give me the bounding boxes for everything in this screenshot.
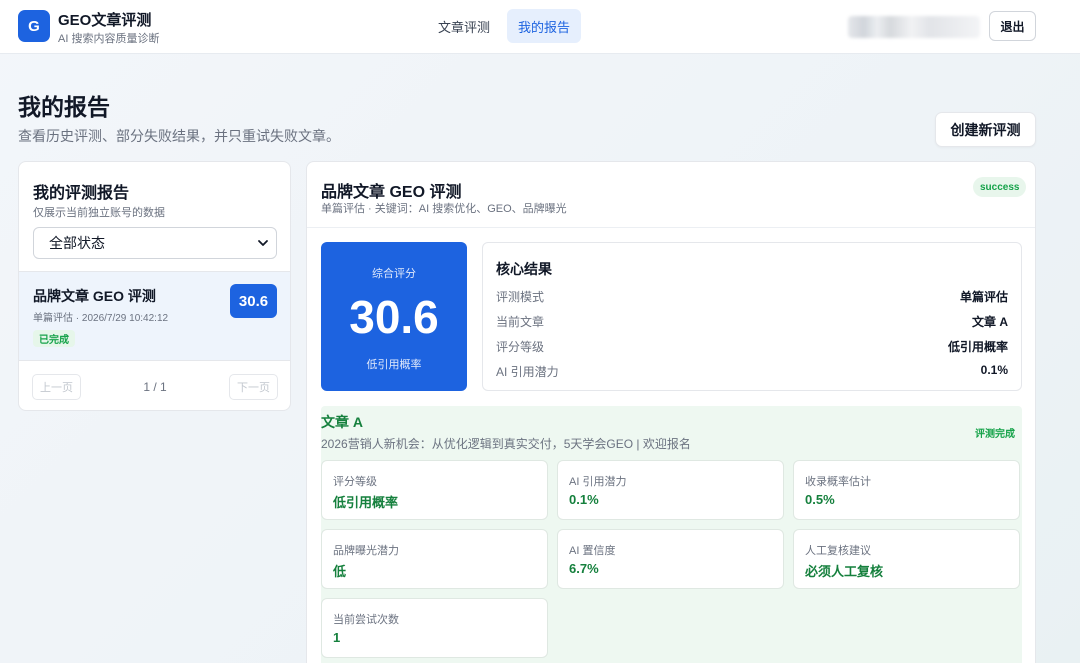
metric-card-index-probability: 收录概率估计 0.5% <box>793 460 1020 520</box>
metric-card-brand-exposure: 品牌曝光潜力 低 <box>321 529 548 589</box>
core-result-row: 当前文章 文章 A <box>496 313 1008 329</box>
core-results-title: 核心结果 <box>496 261 552 277</box>
app-logo[interactable]: G <box>18 10 50 42</box>
metric-value: 低 <box>333 564 347 579</box>
create-evaluation-button[interactable]: 创建新评测 <box>935 112 1036 147</box>
core-result-value: 单篇评估 <box>959 290 1008 304</box>
metric-value: 低引用概率 <box>333 495 399 510</box>
pagination-info: 1 / 1 <box>143 380 167 394</box>
core-result-label: 当前文章 <box>496 315 545 329</box>
page-title: 我的报告 <box>18 94 110 120</box>
report-item-meta: 单篇评估 · 2026/7/29 10:42:12 <box>33 313 169 324</box>
tab-article-review[interactable]: 文章评测 <box>427 9 501 43</box>
core-result-row: 评测模式 单篇评估 <box>496 288 1008 304</box>
app-subtitle: AI 搜索内容质量诊断 <box>58 33 160 45</box>
metric-label: 收录概率估计 <box>805 476 871 488</box>
previous-page-button[interactable]: 上一页 <box>32 374 81 400</box>
user-account-info[interactable] <box>848 16 980 38</box>
metric-value: 0.1% <box>569 492 599 507</box>
metric-label: AI 置信度 <box>569 545 616 557</box>
core-result-label: AI 引用潜力 <box>496 365 559 379</box>
report-list-item[interactable]: 品牌文章 GEO 评测 单篇评估 · 2026/7/29 10:42:12 已完… <box>19 271 290 361</box>
divider <box>307 227 1035 228</box>
core-result-value: 文章 A <box>971 315 1008 329</box>
metric-value: 必须人工复核 <box>805 564 884 579</box>
metric-card-grade: 评分等级 低引用概率 <box>321 460 548 520</box>
core-result-label: 评分等级 <box>496 340 545 354</box>
metric-label: 评分等级 <box>333 476 377 488</box>
report-detail-panel: 品牌文章 GEO 评测 单篇评估 · 关键词：AI 搜索优化、GEO、品牌曝光 … <box>306 161 1036 663</box>
metric-value: 0.5% <box>805 492 835 507</box>
metric-label: 品牌曝光潜力 <box>333 545 399 557</box>
top-navigation-bar: G GEO文章评测 AI 搜索内容质量诊断 文章评测 我的报告 退出 <box>0 0 1080 54</box>
score-grade: 低引用概率 <box>366 359 422 371</box>
article-headline: 2026营销人新机会：从优化逻辑到真实交付，5天学会GEO | 欢迎报名 <box>321 437 691 451</box>
core-result-value: 低引用概率 <box>947 340 1008 354</box>
score-value: 30.6 <box>349 291 439 343</box>
metric-label: 当前尝试次数 <box>333 614 399 626</box>
next-page-button[interactable]: 下一页 <box>229 374 278 400</box>
detail-subtitle: 单篇评估 · 关键词：AI 搜索优化、GEO、品牌曝光 <box>321 203 567 215</box>
metric-label: 人工复核建议 <box>805 545 871 557</box>
overall-score-card: 综合评分 30.6 低引用概率 <box>321 242 467 391</box>
status-filter-select[interactable]: 全部状态 <box>33 227 277 259</box>
score-label: 综合评分 <box>372 268 416 280</box>
status-filter-value: 全部状态 <box>49 235 105 251</box>
app-title: GEO文章评测 <box>58 12 152 29</box>
metric-value: 6.7% <box>569 561 599 576</box>
chevron-down-icon <box>258 240 268 246</box>
reports-panel-subtitle: 仅展示当前独立账号的数据 <box>33 207 165 219</box>
article-result-section: 文章 A 2026营销人新机会：从优化逻辑到真实交付，5天学会GEO | 欢迎报… <box>321 406 1022 663</box>
core-results-card: 核心结果 评测模式 单篇评估 当前文章 文章 A 评分等级 低引用概率 AI 引… <box>482 242 1022 391</box>
report-item-title: 品牌文章 GEO 评测 <box>33 288 156 304</box>
metric-card-citation-potential: AI 引用潜力 0.1% <box>557 460 784 520</box>
report-score-badge: 30.6 <box>230 284 277 318</box>
page-subtitle: 查看历史评测、部分失败结果，并只重试失败文章。 <box>18 128 340 144</box>
core-result-label: 评测模式 <box>496 290 545 304</box>
report-status-badge: 已完成 <box>33 330 75 347</box>
core-result-row: AI 引用潜力 0.1% <box>496 363 1008 379</box>
detail-title: 品牌文章 GEO 评测 <box>321 184 462 201</box>
metric-label: AI 引用潜力 <box>569 476 627 488</box>
status-badge: success <box>973 177 1027 197</box>
article-title: 文章 A <box>321 414 363 430</box>
reports-panel-title: 我的评测报告 <box>33 185 130 202</box>
metric-value: 1 <box>333 630 341 645</box>
metric-card-manual-review: 人工复核建议 必须人工复核 <box>793 529 1020 589</box>
tab-my-reports[interactable]: 我的报告 <box>507 9 582 43</box>
logout-button[interactable]: 退出 <box>989 11 1036 41</box>
core-result-value: 0.1% <box>980 363 1008 377</box>
metric-card-ai-confidence: AI 置信度 6.7% <box>557 529 784 589</box>
article-status-badge: 评测完成 <box>975 429 1015 440</box>
core-result-row: 评分等级 低引用概率 <box>496 338 1008 354</box>
metric-card-attempt-count: 当前尝试次数 1 <box>321 598 548 658</box>
reports-list-panel: 我的评测报告 仅展示当前独立账号的数据 全部状态 品牌文章 GEO 评测 单篇评… <box>18 161 291 411</box>
